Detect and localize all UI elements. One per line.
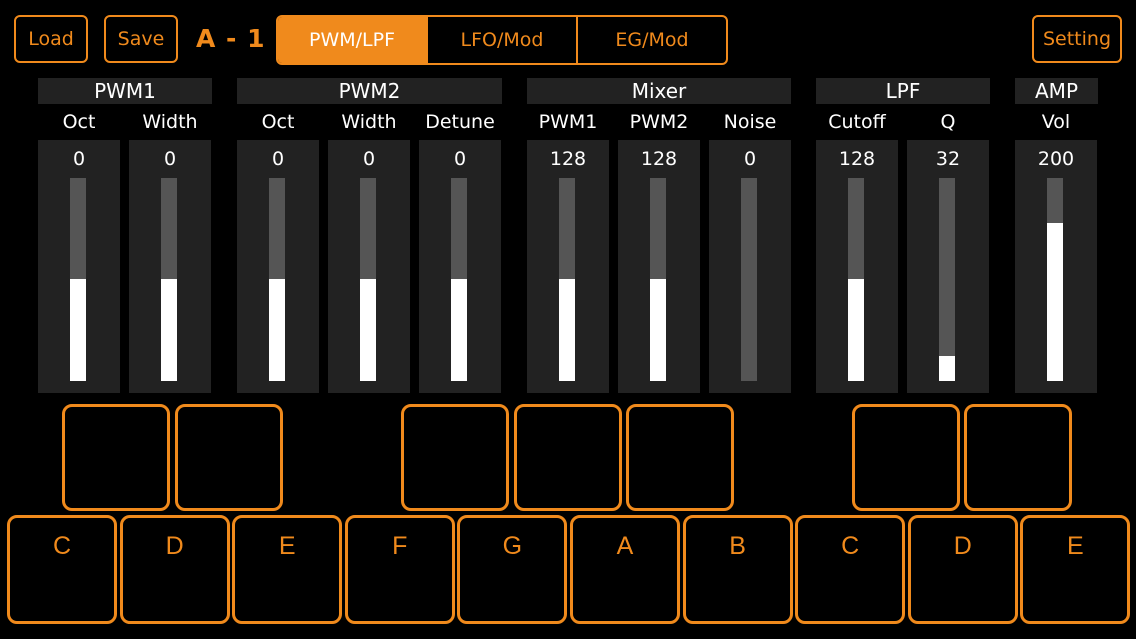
white-key[interactable]: D xyxy=(907,515,1018,624)
slider-pwm1-oct[interactable]: 0 xyxy=(38,140,120,393)
key-note-label: C xyxy=(52,532,72,560)
slider-track[interactable] xyxy=(848,178,864,381)
white-key[interactable]: E xyxy=(1020,515,1131,624)
group-header-lpf: LPF xyxy=(816,78,990,104)
slider-lpf-cutoff[interactable]: 128 xyxy=(816,140,898,393)
slider-pwm2-oct[interactable]: 0 xyxy=(237,140,319,393)
white-key[interactable]: F xyxy=(344,515,455,624)
key-note-label: E xyxy=(278,532,296,560)
param-label-pwm1-width: Width xyxy=(142,111,198,133)
preset-name: A - 1 xyxy=(196,24,266,53)
white-key[interactable]: D xyxy=(119,515,230,624)
slider-fill xyxy=(559,279,575,381)
slider-track[interactable] xyxy=(939,178,955,381)
slider-pwm2-detune[interactable]: 0 xyxy=(419,140,501,393)
slider-mixer-noise[interactable]: 0 xyxy=(709,140,791,393)
param-value-pwm2-detune: 0 xyxy=(453,148,467,170)
key-note-label: E xyxy=(1067,532,1084,560)
setting-button[interactable]: Setting xyxy=(1032,15,1122,63)
param-label-pwm2-oct: Oct xyxy=(261,111,295,133)
param-value-lpf-q: 32 xyxy=(935,148,961,170)
slider-pwm1-width[interactable]: 0 xyxy=(129,140,211,393)
slider-mixer-pwm2[interactable]: 128 xyxy=(618,140,700,393)
param-value-mixer-pwm1: 128 xyxy=(549,148,587,170)
slider-mixer-pwm1[interactable]: 128 xyxy=(527,140,609,393)
param-value-pwm1-width: 0 xyxy=(163,148,177,170)
slider-track[interactable] xyxy=(559,178,575,381)
black-key[interactable] xyxy=(626,404,734,511)
key-note-label: B xyxy=(729,532,746,560)
param-value-mixer-pwm2: 128 xyxy=(640,148,678,170)
slider-fill xyxy=(269,279,285,381)
white-key[interactable]: C xyxy=(795,515,906,624)
white-key[interactable]: G xyxy=(457,515,568,624)
slider-amp-vol[interactable]: 200 xyxy=(1015,140,1097,393)
slider-track[interactable] xyxy=(269,178,285,381)
white-key[interactable]: E xyxy=(232,515,343,624)
slider-fill xyxy=(848,279,864,381)
slider-track[interactable] xyxy=(741,178,757,381)
param-label-pwm1-oct: Oct xyxy=(62,111,96,133)
white-key[interactable]: C xyxy=(7,515,117,624)
slider-track[interactable] xyxy=(1047,178,1063,381)
slider-fill xyxy=(650,279,666,381)
tab-pwm-lpf[interactable]: PWM/LPF xyxy=(278,17,428,63)
key-note-label: D xyxy=(953,532,972,560)
param-label-mixer-noise: Noise xyxy=(723,111,777,133)
param-value-lpf-cutoff: 128 xyxy=(838,148,876,170)
slider-track[interactable] xyxy=(360,178,376,381)
param-value-mixer-noise: 0 xyxy=(743,148,757,170)
black-key[interactable] xyxy=(964,404,1072,511)
white-key[interactable]: B xyxy=(682,515,793,624)
param-label-pwm2-width: Width xyxy=(341,111,397,133)
slider-fill xyxy=(161,279,177,381)
param-label-mixer-pwm2: PWM2 xyxy=(629,111,689,133)
slider-fill xyxy=(939,356,955,381)
slider-fill xyxy=(70,279,86,381)
slider-track[interactable] xyxy=(451,178,467,381)
group-header-amp: AMP xyxy=(1015,78,1098,104)
black-key[interactable] xyxy=(852,404,960,511)
slider-lpf-q[interactable]: 32 xyxy=(907,140,989,393)
param-value-pwm2-width: 0 xyxy=(362,148,376,170)
slider-track[interactable] xyxy=(161,178,177,381)
load-button[interactable]: Load xyxy=(14,15,88,63)
group-header-pwm2: PWM2 xyxy=(237,78,502,104)
slider-fill xyxy=(1047,223,1063,381)
param-value-pwm2-oct: 0 xyxy=(271,148,285,170)
black-key[interactable] xyxy=(62,404,170,511)
black-key[interactable] xyxy=(175,404,283,511)
tab-bar: PWM/LPF LFO/Mod EG/Mod xyxy=(276,15,728,65)
param-label-amp-vol: Vol xyxy=(1041,111,1071,133)
tab-eg-mod[interactable]: EG/Mod xyxy=(578,17,726,63)
slider-fill xyxy=(360,279,376,381)
param-value-amp-vol: 200 xyxy=(1037,148,1075,170)
key-note-label: F xyxy=(392,532,408,560)
save-button[interactable]: Save xyxy=(104,15,178,63)
key-note-label: A xyxy=(616,532,634,560)
group-header-mixer: Mixer xyxy=(527,78,791,104)
slider-pwm2-width[interactable]: 0 xyxy=(328,140,410,393)
black-key[interactable] xyxy=(401,404,509,511)
black-key[interactable] xyxy=(514,404,622,511)
param-label-lpf-cutoff: Cutoff xyxy=(828,111,886,133)
slider-track[interactable] xyxy=(650,178,666,381)
key-note-label: C xyxy=(841,532,860,560)
tab-lfo-mod[interactable]: LFO/Mod xyxy=(428,17,578,63)
key-note-label: G xyxy=(502,532,523,560)
param-label-pwm2-detune: Detune xyxy=(425,111,495,133)
white-key[interactable]: A xyxy=(570,515,680,624)
param-value-pwm1-oct: 0 xyxy=(72,148,86,170)
param-label-lpf-q: Q xyxy=(940,111,956,133)
slider-fill xyxy=(451,279,467,381)
param-label-mixer-pwm1: PWM1 xyxy=(538,111,598,133)
key-note-label: D xyxy=(165,532,184,560)
group-header-pwm1: PWM1 xyxy=(38,78,212,104)
slider-track[interactable] xyxy=(70,178,86,381)
